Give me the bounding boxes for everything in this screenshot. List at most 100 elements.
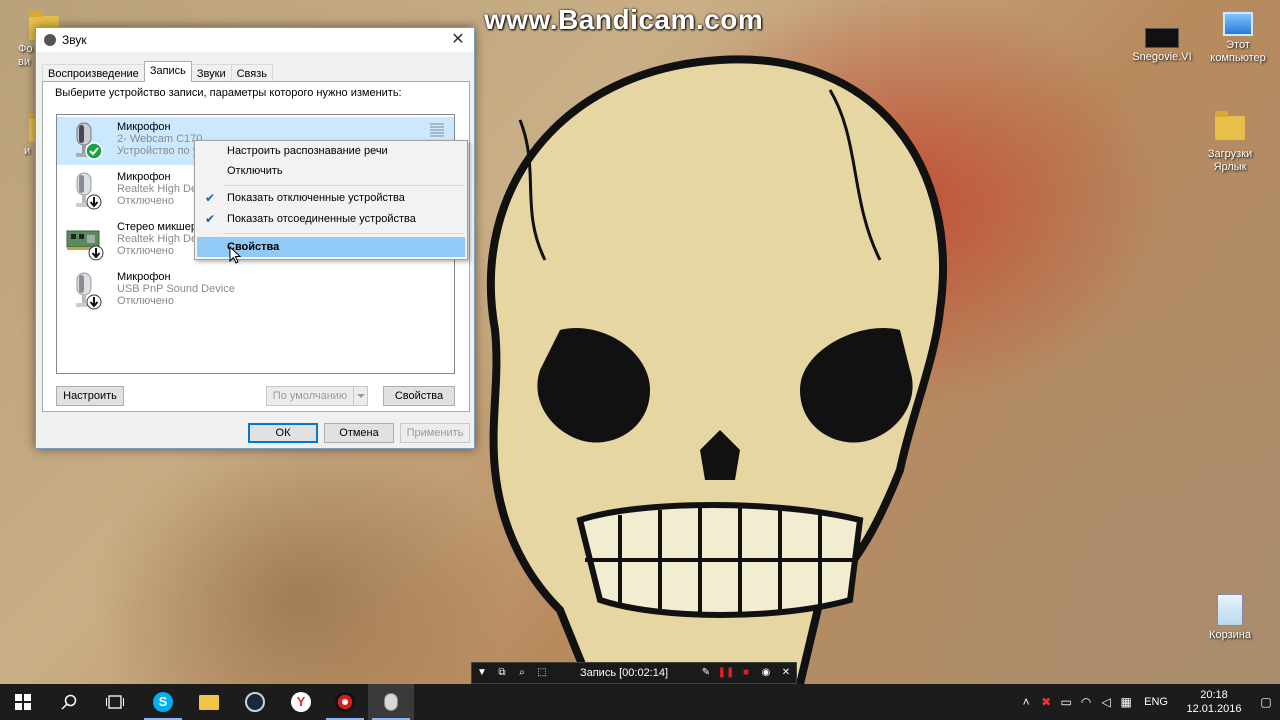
menu-item-label: Отключить <box>227 165 283 177</box>
microphone-icon <box>76 122 103 160</box>
desktop-icon-label: Корзина <box>1209 629 1251 641</box>
taskbar-app-skype[interactable]: S <box>140 684 186 720</box>
menu-separator <box>223 233 463 234</box>
pause-icon[interactable]: ❚❚ <box>716 663 736 683</box>
language-indicator[interactable]: ENG <box>1136 696 1176 708</box>
clock-time: 20:18 <box>1200 689 1228 701</box>
desktop-icon-this-pc[interactable]: Этот компьютер <box>1200 12 1276 65</box>
notification-icon[interactable]: ▢ <box>1252 695 1280 709</box>
task-view-icon <box>106 695 124 709</box>
downloads-folder-icon <box>1215 111 1245 140</box>
checkmark-icon: ✔ <box>205 212 216 226</box>
desktop-icon-downloads[interactable]: Загрузки Ярлык <box>1192 110 1268 174</box>
system-tray: ˄ ✖ ▭ ◠ ◁ ▦ ENG 20:18 12.01.2016 ▢ <box>1016 684 1280 720</box>
chevron-up-icon[interactable]: ˄ <box>1016 695 1036 709</box>
skype-icon: S <box>153 692 173 712</box>
mouse-cursor-icon <box>229 246 241 264</box>
menu-item-disable[interactable]: Отключить <box>197 161 465 181</box>
device-name: Микрофон <box>117 171 171 183</box>
dialog-tabs: Воспроизведение Запись Звуки Связь <box>42 61 274 82</box>
device-name: Микрофон <box>117 271 171 283</box>
menu-item-label: Показать отсоединенные устройства <box>227 213 416 225</box>
taskbar-app-steam[interactable] <box>232 684 278 720</box>
recycle-bin-icon <box>1217 594 1243 626</box>
close-button[interactable]: ✕ <box>448 30 468 50</box>
wifi-icon[interactable]: ◠ <box>1076 695 1096 709</box>
network-warning-icon[interactable]: ✖ <box>1036 695 1056 709</box>
menu-item-label: Показать отключенные устройства <box>227 192 405 204</box>
device-description: Realtek High De <box>117 233 198 245</box>
device-description: USB PnP Sound Device <box>117 283 235 295</box>
device-status: Отключено <box>117 195 174 207</box>
device-status: Устройство по у <box>117 145 199 157</box>
tab-recording[interactable]: Запись <box>143 61 192 82</box>
checkmark-icon: ✔ <box>205 191 216 205</box>
clock-date: 12.01.2016 <box>1186 703 1242 715</box>
taskbar: S Y ˄ ✖ ▭ ◠ ◁ ▦ ENG 20:18 12.01.2016 ▢ <box>0 684 1280 720</box>
device-name: Стерео микшер <box>117 221 197 233</box>
device-item-usb-mic[interactable]: Микрофон USB PnP Sound Device Отключено <box>57 267 454 315</box>
keyboard-icon[interactable]: ▦ <box>1116 695 1136 709</box>
device-status: Отключено <box>117 245 174 257</box>
microphone-icon <box>76 172 102 210</box>
close-icon[interactable]: ✕ <box>776 663 796 683</box>
start-button[interactable] <box>0 684 46 720</box>
window-mode-icon[interactable]: ⧉ <box>492 663 512 683</box>
bandicam-watermark: www.Bandicam.com <box>484 4 764 35</box>
volume-icon[interactable]: ◁ <box>1096 695 1116 709</box>
search-button[interactable] <box>46 684 92 720</box>
dialog-title: Звук <box>62 33 87 47</box>
device-name: Микрофон <box>117 121 171 133</box>
menu-separator <box>223 185 463 186</box>
collapse-icon[interactable]: ▼ <box>472 663 492 683</box>
recording-status: Запись [00:02:14] <box>579 667 669 679</box>
tab-sounds[interactable]: Звуки <box>190 64 232 82</box>
sound-card-icon <box>66 230 104 261</box>
camera-icon[interactable]: ◉ <box>756 663 776 683</box>
capture-area-icon[interactable]: ⬚ <box>532 663 552 683</box>
task-view-button[interactable] <box>92 684 138 720</box>
taskbar-app-sound[interactable] <box>368 684 414 720</box>
recorder-toolbar: ▼ ⧉ ⌕ ⬚ Запись [00:02:14] ✎ ❚❚ ■ ◉ ✕ <box>471 662 797 684</box>
file-explorer-icon <box>199 694 219 710</box>
menu-item-show-disabled[interactable]: ✔ Показать отключенные устройства <box>197 188 465 208</box>
ok-button[interactable]: ОК <box>248 423 318 443</box>
menu-item-configure-speech[interactable]: Настроить распознавание речи <box>197 141 465 161</box>
desktop-icon-label: Snegovie.VI <box>1132 51 1192 63</box>
set-default-button[interactable]: По умолчанию <box>266 386 368 406</box>
stop-icon[interactable]: ■ <box>736 663 756 683</box>
tab-playback[interactable]: Воспроизведение <box>42 64 145 82</box>
desktop-icon-label: Загрузки Ярлык <box>1207 148 1253 173</box>
clock[interactable]: 20:18 12.01.2016 <box>1176 688 1252 716</box>
taskbar-app-explorer[interactable] <box>186 684 232 720</box>
tab-communications[interactable]: Связь <box>230 64 274 82</box>
steam-icon <box>245 692 265 712</box>
device-context-menu: Настроить распознавание речи Отключить ✔… <box>194 140 468 260</box>
menu-item-label: Настроить распознавание речи <box>227 145 388 157</box>
pencil-icon[interactable]: ✎ <box>696 663 716 683</box>
bandicam-icon <box>335 692 355 712</box>
set-default-label: По умолчанию <box>272 390 348 402</box>
battery-icon[interactable]: ▭ <box>1056 695 1076 709</box>
skull-illustration <box>486 55 947 684</box>
apply-button[interactable]: Применить <box>400 423 470 443</box>
configure-button[interactable]: Настроить <box>56 386 124 406</box>
cancel-button[interactable]: Отмена <box>324 423 394 443</box>
properties-button[interactable]: Свойства <box>383 386 455 406</box>
yandex-browser-icon: Y <box>291 692 311 712</box>
check-icon <box>85 142 103 160</box>
speaker-icon <box>44 34 56 46</box>
desktop-icon-snegovie[interactable]: Snegovie.VI <box>1124 28 1200 64</box>
device-description: 2- Webcam C170 <box>117 133 203 145</box>
taskbar-app-yandex[interactable]: Y <box>278 684 324 720</box>
windows-start-icon <box>15 694 31 710</box>
zoom-icon[interactable]: ⌕ <box>512 663 532 683</box>
microphone-icon <box>76 272 102 310</box>
taskbar-app-bandicam[interactable] <box>322 684 368 720</box>
desktop-icon-recycle-bin[interactable]: Корзина <box>1192 594 1268 642</box>
panel-description: Выберите устройство записи, параметры ко… <box>55 87 402 99</box>
menu-item-show-disconnected[interactable]: ✔ Показать отсоединенные устройства <box>197 209 465 229</box>
computer-icon <box>1223 12 1253 36</box>
dialog-titlebar[interactable]: Звук ✕ <box>36 28 474 52</box>
chevron-down-icon[interactable] <box>353 387 367 405</box>
